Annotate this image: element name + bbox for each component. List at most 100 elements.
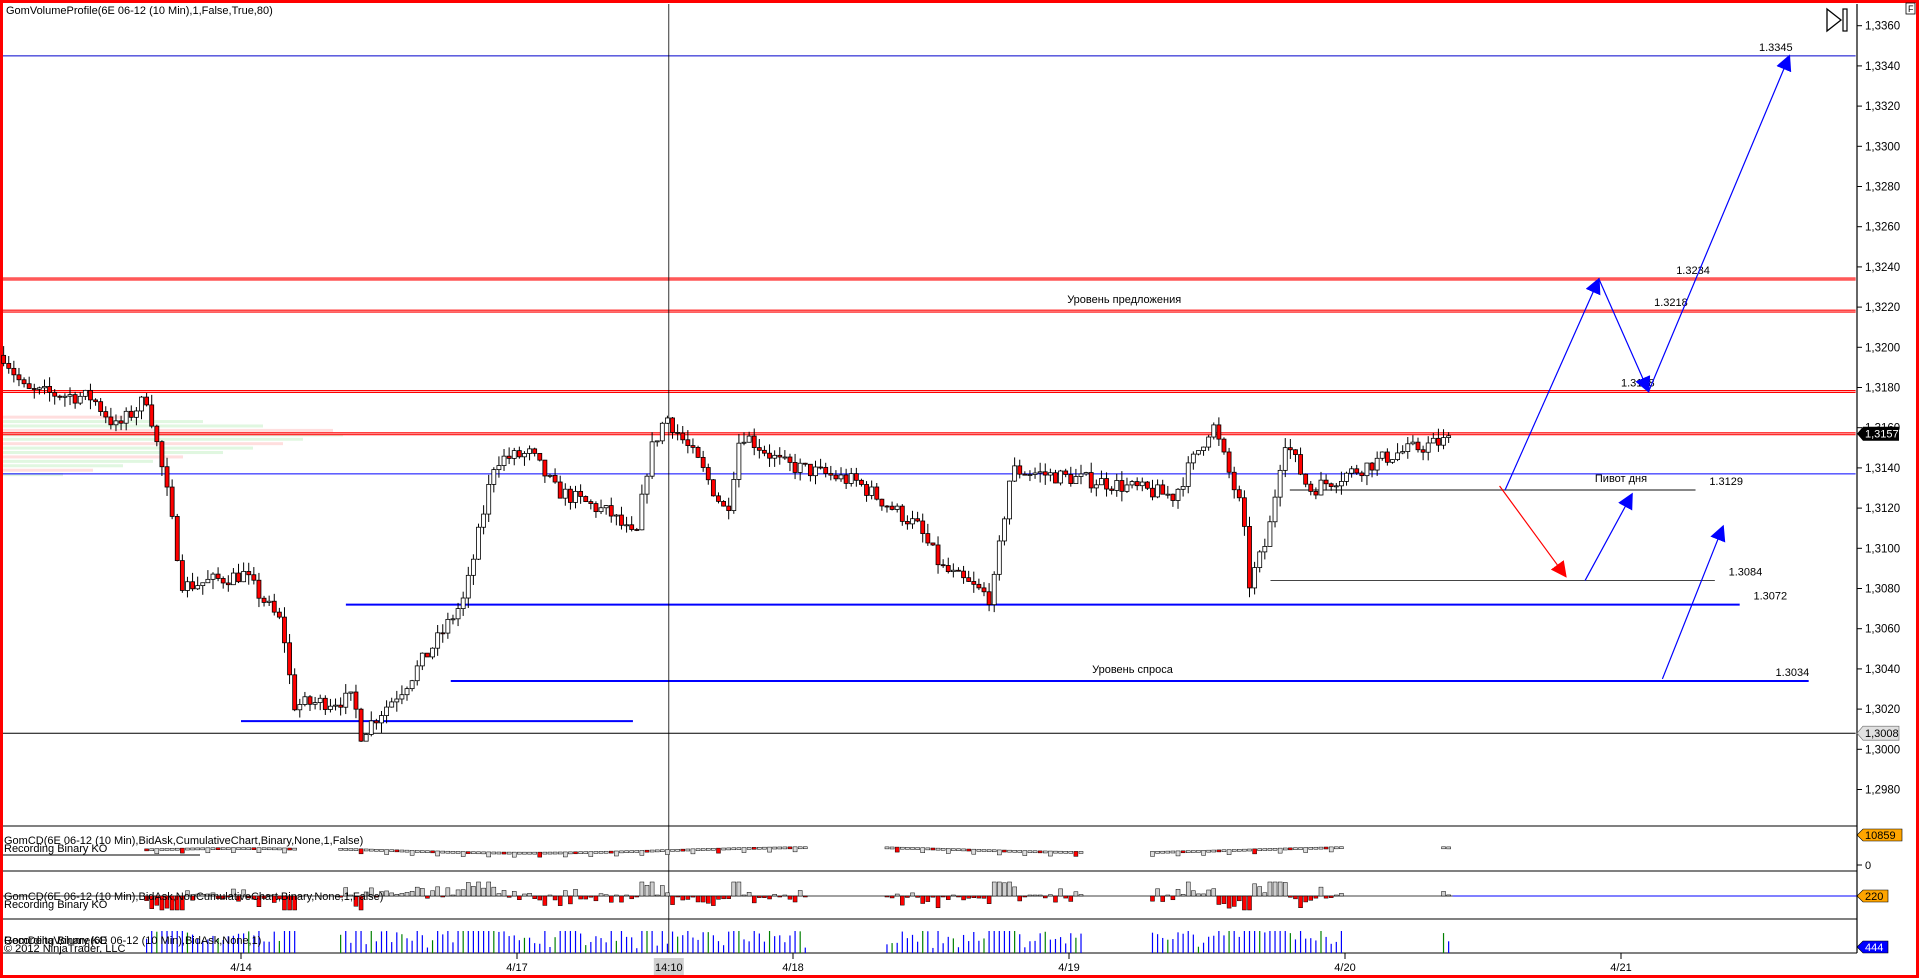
noncum-bar (1053, 895, 1058, 903)
candle-body (195, 585, 201, 590)
noncum-bar (471, 886, 476, 897)
cumdelta-bar (721, 847, 726, 851)
candle-body (164, 466, 170, 488)
price-chart[interactable]: 1.3345 1.3234 1.3218 Уровень предложения 1.3… (0, 0, 1919, 978)
candle (670, 417, 675, 439)
candle (1231, 466, 1237, 499)
candle-body (179, 560, 185, 591)
candle-body (118, 420, 124, 424)
candle (450, 614, 456, 625)
candle-body (67, 394, 73, 397)
candle-body (476, 526, 481, 560)
candle (1068, 466, 1074, 487)
cumdelta-bar (1323, 846, 1329, 850)
noncum-bar (946, 895, 951, 900)
candle-body (52, 392, 58, 397)
candle-body (302, 696, 308, 705)
candle-body (455, 608, 461, 620)
cumdelta-bar (1282, 847, 1288, 851)
candle (338, 697, 344, 716)
candle-body (1384, 451, 1390, 463)
candle-body (1313, 491, 1319, 496)
candle (522, 451, 527, 466)
cumdelta-bar (180, 847, 185, 854)
forecast-arrow[interactable] (1648, 54, 1792, 392)
cumdelta-bar (379, 849, 384, 852)
cumdelta-bar (900, 846, 905, 850)
noncum-bar (476, 881, 481, 897)
price-axis-label: 1,3200 (1865, 342, 1900, 354)
candle-body (139, 396, 144, 412)
forecast-arrow[interactable] (1499, 485, 1567, 578)
candle-body (1415, 441, 1421, 451)
candle (629, 516, 635, 532)
candle (435, 625, 441, 656)
noncum-bar (649, 881, 655, 897)
cumdelta-bar (920, 847, 925, 853)
candle (1374, 451, 1380, 476)
forecast-arrow[interactable] (1598, 278, 1651, 393)
candle (1160, 479, 1166, 495)
current-price-label: 1,3157 (1865, 429, 1899, 441)
cumdelta-bar (1012, 850, 1017, 853)
candle (721, 500, 726, 507)
candle-body (1216, 424, 1222, 440)
candle (16, 367, 22, 387)
candle (680, 426, 686, 444)
candle-body (1236, 489, 1242, 499)
candle (1211, 422, 1217, 440)
candle (568, 485, 573, 510)
level-caption: Уровень спроса (1092, 664, 1174, 676)
forecast-arrow[interactable] (1661, 524, 1726, 680)
candle-body (971, 581, 977, 585)
candle-body (93, 399, 98, 403)
noncum-bar (803, 895, 808, 898)
cumdelta-bar (1242, 848, 1247, 852)
candle (905, 515, 910, 530)
candle (302, 691, 308, 707)
volume-profile-bar (3, 424, 263, 428)
candle (966, 570, 972, 582)
candle-body (945, 565, 951, 573)
candle (1293, 449, 1298, 463)
candle-body (1226, 451, 1232, 473)
candle-body (1073, 476, 1079, 484)
candle-body (1221, 438, 1227, 453)
candle-body (639, 493, 645, 531)
candle (802, 462, 808, 467)
cumdelta-bar (935, 847, 941, 851)
noncum-bar (685, 895, 691, 900)
cumdelta-bar (915, 847, 920, 850)
candle-body (409, 680, 415, 690)
candle (1063, 468, 1069, 478)
cumdelta-bar (1257, 848, 1262, 851)
cumdelta-bar (797, 846, 803, 850)
candle-body (950, 569, 956, 573)
candle-body (1390, 459, 1395, 463)
noncum-bar (435, 886, 440, 897)
candle (200, 582, 206, 595)
candle-body (634, 529, 640, 531)
play-to-end-icon[interactable] (1826, 7, 1848, 33)
cumdelta-bar (772, 846, 777, 850)
cumdelta-bar (542, 851, 548, 855)
candle-body (910, 518, 915, 525)
cumdelta-bar (537, 851, 543, 858)
candle-body (128, 410, 134, 418)
candle-body (726, 505, 732, 512)
candle-body (624, 524, 629, 527)
noncum-bar (1282, 882, 1288, 897)
cumdelta-bar (435, 850, 440, 857)
noncum-bar (741, 894, 747, 897)
candle-body (787, 456, 793, 463)
candle-body (1257, 551, 1263, 568)
candle-body (1420, 449, 1426, 453)
cumdelta-bar (363, 848, 369, 852)
candle (394, 690, 400, 712)
noncum-bar (700, 895, 706, 903)
forecast-arrows (1499, 54, 1792, 680)
noncum-bar (894, 893, 900, 897)
forecast-arrow[interactable] (1584, 492, 1633, 581)
cumdelta-bar (889, 846, 895, 850)
f-button[interactable]: F (1905, 2, 1916, 15)
